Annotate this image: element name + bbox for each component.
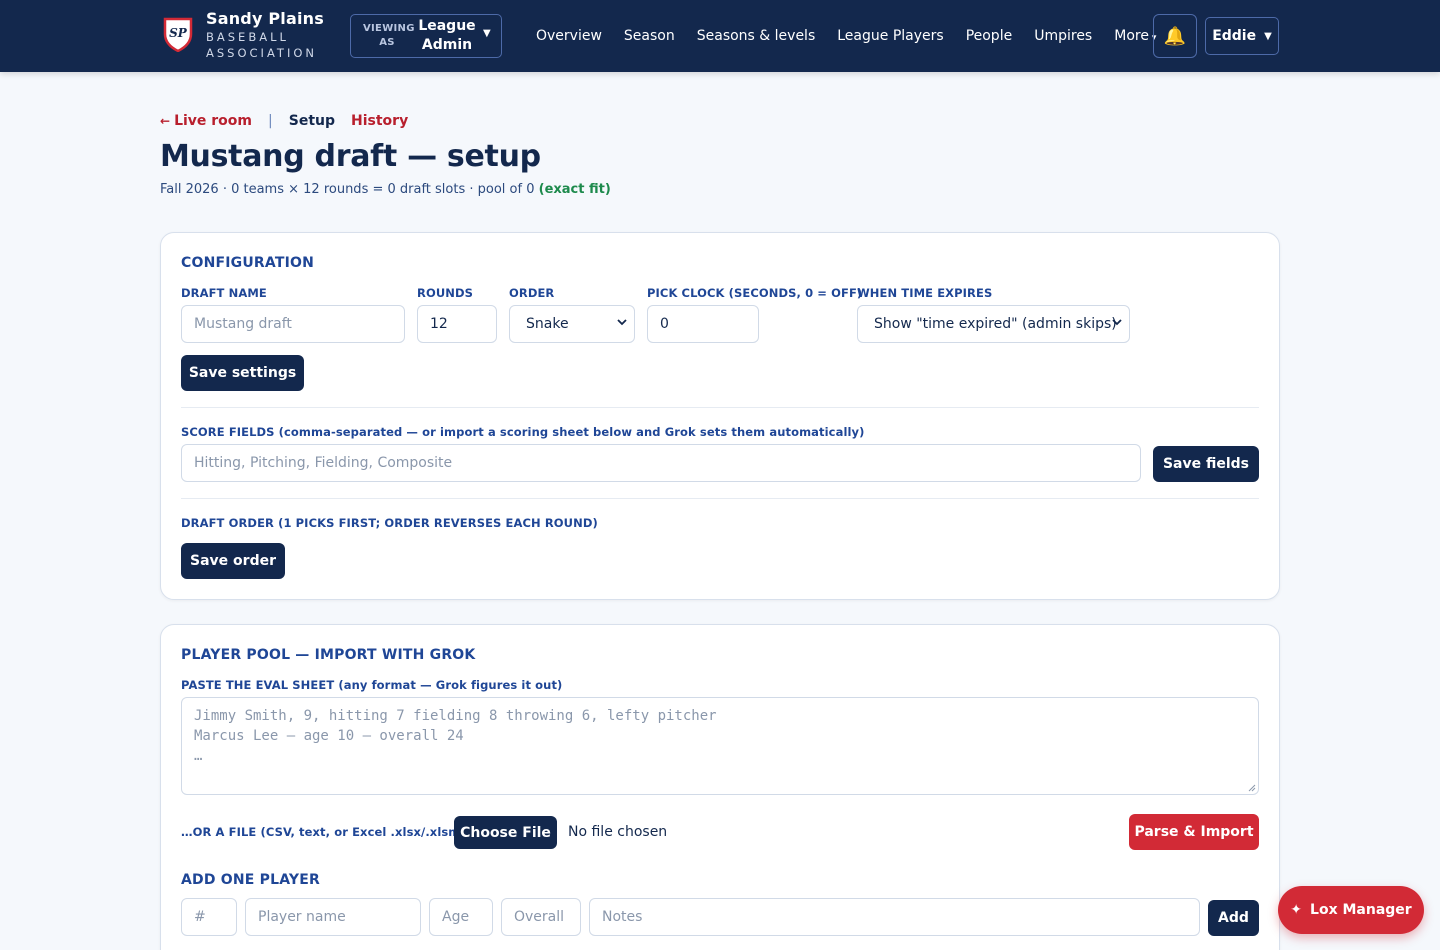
nav-seasons-levels[interactable]: Seasons & levels [697, 28, 816, 44]
arrow-left-icon: ← [160, 114, 171, 128]
sparkle-icon: ✦ [1290, 902, 1303, 918]
section-title: CONFIGURATION [181, 255, 315, 271]
viewing-role-line1: League [418, 18, 476, 34]
logo-text: SP [169, 26, 188, 40]
no-file-text: No file chosen [568, 824, 668, 840]
configuration-card: CONFIGURATION DRAFT NAME Mustang draft R… [160, 232, 1280, 600]
nav-league-players[interactable]: League Players [837, 28, 943, 44]
add-player-button[interactable]: Add [1208, 900, 1259, 936]
draft-summary: Fall 2026 · 0 teams × 12 rounds = 0 draf… [160, 182, 611, 197]
pick-clock-label: PICK CLOCK (SECONDS, 0 = OFF) [647, 286, 863, 300]
fit-status: (exact fit) [538, 182, 611, 197]
nav-umpires[interactable]: Umpires [1034, 28, 1092, 44]
lox-manager-button[interactable]: ✦ Lox Manager [1278, 886, 1424, 934]
viewing-role-line2: Admin [421, 37, 473, 53]
brand-line-baseball: BASEBALL [206, 30, 289, 44]
nav-more[interactable]: More [1114, 28, 1156, 44]
main-nav: Overview Season Seasons & levels League … [536, 0, 1178, 72]
choose-file-button[interactable]: Choose File [454, 816, 557, 849]
setup-tab[interactable]: Setup [289, 113, 335, 129]
notifications-button[interactable]: 🔔 [1153, 14, 1197, 58]
player-number-input[interactable]: # [181, 898, 237, 936]
bell-icon: 🔔 [1163, 25, 1187, 47]
player-pool-card: PLAYER POOL — IMPORT WITH GROK PASTE THE… [160, 624, 1280, 950]
save-settings-button[interactable]: Save settings [181, 355, 304, 391]
live-room-link[interactable]: ← Live room [160, 113, 252, 129]
parse-import-button[interactable]: Parse & Import [1129, 814, 1259, 850]
rounds-label: ROUNDS [417, 286, 474, 300]
score-fields-input[interactable]: Hitting, Pitching, Fielding, Composite [181, 444, 1141, 482]
time-expires-label: WHEN TIME EXPIRES [857, 286, 993, 300]
add-player-title: ADD ONE PLAYER [181, 872, 320, 888]
save-fields-button[interactable]: Save fields [1153, 446, 1259, 482]
chevron-down-icon: ▼ [1264, 30, 1272, 42]
viewing-as-dropdown[interactable]: VIEWING AS League Admin ▼ [350, 14, 502, 58]
brand[interactable]: Sandy Plains BASEBALL ASSOCIATION [206, 9, 324, 61]
player-notes-input[interactable]: Notes [589, 898, 1200, 936]
brand-name: Sandy Plains [206, 9, 324, 28]
order-select[interactable]: Snake [509, 305, 635, 343]
player-overall-input[interactable]: Overall [501, 898, 581, 936]
section-title: PLAYER POOL — IMPORT WITH GROK [181, 647, 476, 663]
file-label: …OR A FILE (CSV, text, or Excel .xlsx/.x… [181, 825, 471, 839]
nav-season[interactable]: Season [624, 28, 675, 44]
draft-name-label: DRAFT NAME [181, 286, 267, 300]
chevron-down-icon [617, 319, 627, 326]
shield-logo-icon[interactable]: SP [163, 16, 193, 52]
player-name-input[interactable]: Player name [245, 898, 421, 936]
top-navbar: SP Sandy Plains BASEBALL ASSOCIATION VIE… [0, 0, 1440, 72]
history-link[interactable]: History [351, 113, 408, 129]
viewing-label: VIEWING [363, 23, 415, 34]
save-order-button[interactable]: Save order [181, 543, 285, 579]
time-expires-select[interactable]: Show "time expired" (admin skips) [857, 305, 1130, 343]
breadcrumb-separator: | [268, 113, 273, 129]
user-name: Eddie [1212, 28, 1257, 44]
breadcrumb: ← Live room | Setup History [160, 113, 408, 129]
player-age-input[interactable]: Age [429, 898, 493, 936]
chevron-down-icon: ▼ [483, 28, 491, 39]
viewing-as-label: AS [379, 37, 395, 48]
page-title: Mustang draft — setup [160, 139, 541, 174]
chevron-down-icon [1112, 319, 1122, 326]
nav-overview[interactable]: Overview [536, 28, 602, 44]
pick-clock-input[interactable]: 0 [647, 305, 759, 343]
divider [181, 407, 1259, 408]
nav-people[interactable]: People [966, 28, 1013, 44]
draft-name-input[interactable]: Mustang draft [181, 305, 405, 343]
user-menu-button[interactable]: Eddie ▼ [1205, 17, 1279, 55]
order-label: ORDER [509, 286, 555, 300]
resize-handle-icon[interactable] [1248, 784, 1256, 792]
eval-sheet-textarea[interactable]: Jimmy Smith, 9, hitting 7 fielding 8 thr… [181, 697, 1259, 795]
brand-line-association: ASSOCIATION [206, 46, 317, 60]
draft-order-label: DRAFT ORDER (1 PICKS FIRST; ORDER REVERS… [181, 516, 598, 530]
divider [181, 498, 1259, 499]
paste-eval-label: PASTE THE EVAL SHEET (any format — Grok … [181, 678, 563, 692]
score-fields-label: SCORE FIELDS (comma-separated — or impor… [181, 425, 865, 439]
rounds-input[interactable]: 12 [417, 305, 497, 343]
